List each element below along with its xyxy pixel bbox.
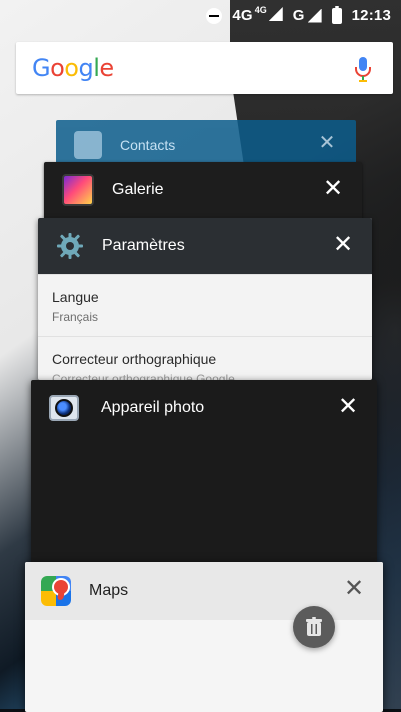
maps-icon [41,576,71,606]
google-logo-letter: o [64,54,79,82]
battery-icon [331,5,342,24]
do-not-disturb-icon [206,7,223,24]
microphone-icon[interactable] [353,56,373,82]
signal-strength-icon [269,7,283,21]
settings-row-value: Correcteur orthographique Google [52,372,235,380]
settings-row-language[interactable]: Langue Français [38,274,372,335]
close-button[interactable]: ✕ [339,574,369,604]
gallery-icon [62,174,94,206]
recent-card-galerie[interactable]: Galerie ✕ [44,162,362,220]
recent-card-title: Maps [89,582,129,599]
status-icons: 4G 4G G 12:13 [206,5,391,24]
recent-card-header: Paramètres ✕ [38,218,372,274]
google-logo: Google [32,54,114,82]
settings-row-value: Français [52,310,99,324]
carrier-label: G [292,7,305,24]
close-button[interactable]: ✕ [328,230,358,260]
google-logo-letter: g [78,54,94,82]
close-button[interactable]: ✕ [333,392,363,422]
close-button[interactable]: ✕ [312,128,342,158]
google-logo-letter: o [50,54,65,82]
secondary-signal: G [293,7,322,24]
settings-row-spellchecker[interactable]: Correcteur orthographique Correcteur ort… [38,336,372,380]
clear-all-button[interactable] [293,606,335,648]
google-search-bar[interactable]: Google [16,42,393,94]
camera-lens [55,399,73,417]
recent-card-title: Appareil photo [101,399,205,416]
settings-row-label: Langue [52,289,99,305]
recent-card-header: Appareil photo ✕ [31,380,377,436]
google-logo-letter: G [32,54,51,82]
trash-icon [306,617,322,636]
contacts-icon [74,131,102,159]
status-bar: 4G 4G G 12:13 [0,0,401,32]
gear-icon [56,232,84,260]
recent-card-parametres[interactable]: Paramètres ✕ Langue Français Correcteur … [38,218,372,380]
camera-icon [49,395,79,421]
signal-strength-icon-2 [308,9,322,23]
recent-card-header: Maps ✕ [25,562,383,620]
network-type: 4G [232,7,253,24]
settings-row-label: Correcteur orthographique [52,351,217,367]
recent-card-title: Galerie [112,181,164,198]
close-button[interactable]: ✕ [318,174,348,204]
google-logo-letter: e [99,54,114,82]
network-type-superscript: 4G [254,5,267,15]
clock: 12:13 [351,7,391,24]
recent-card-title: Contacts [120,137,176,153]
recent-card-header: Galerie ✕ [44,162,362,218]
recent-card-title: Paramètres [102,237,185,254]
recent-card-appareil-photo[interactable]: Appareil photo ✕ [31,380,377,570]
network-indicator: 4G 4G [232,5,283,24]
